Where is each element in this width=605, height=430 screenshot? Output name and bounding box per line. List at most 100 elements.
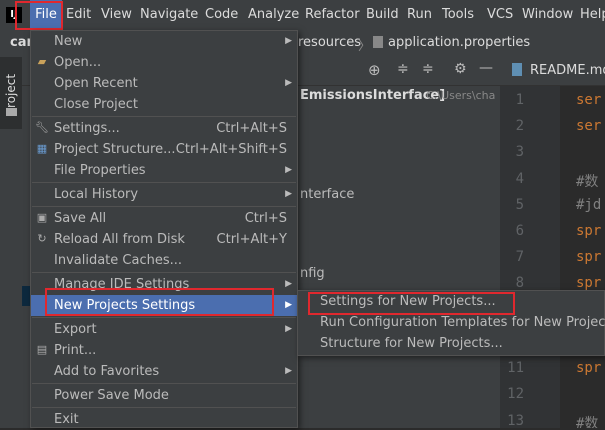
submenu-item-run-configuration-templates[interactable]: Run Configuration Templates for New Proj… bbox=[320, 313, 605, 333]
shortcut-save-all: Ctrl+S bbox=[244, 211, 287, 226]
gear-icon[interactable]: ⚙ bbox=[454, 61, 467, 77]
menu-item-project-structure-label: Project Structure... bbox=[54, 142, 176, 157]
collapse-all-icon[interactable]: ≑ bbox=[422, 61, 434, 77]
project-structure-icon: ▦ bbox=[36, 142, 48, 155]
menu-item-open-recent[interactable]: Open Recent ▶ bbox=[31, 73, 297, 94]
menu-item-invalidate-label: Invalidate Caches... bbox=[54, 253, 183, 268]
editor-tab-readme[interactable]: README.md bbox=[530, 63, 605, 78]
menu-edit[interactable]: Edit bbox=[66, 0, 91, 30]
line-number: 5 bbox=[515, 197, 524, 213]
menu-run[interactable]: Run bbox=[407, 0, 432, 30]
tree-item-config[interactable]: nfig bbox=[300, 266, 325, 281]
code-line: spr bbox=[576, 249, 602, 265]
menu-item-file-properties[interactable]: File Properties ▶ bbox=[31, 160, 297, 181]
submenu-arrow-icon: ▶ bbox=[285, 279, 292, 289]
submenu-arrow-icon: ▶ bbox=[285, 300, 292, 310]
code-line: spr bbox=[576, 275, 602, 291]
menu-item-local-history-label: Local History bbox=[54, 187, 139, 202]
code-editor[interactable]: ser ser #数 #jd spr spr spr spr #数 bbox=[560, 86, 605, 428]
menu-item-power-save-mode[interactable]: Power Save Mode bbox=[31, 385, 297, 406]
menu-item-new-projects-settings-label: New Projects Settings bbox=[54, 298, 196, 313]
menu-item-project-structure[interactable]: ▦ Project Structure... Ctrl+Alt+Shift+S bbox=[31, 139, 297, 160]
line-number: 1 bbox=[515, 92, 524, 108]
menu-item-manage-ide-label: Manage IDE Settings bbox=[54, 277, 190, 292]
menu-file[interactable]: File bbox=[30, 0, 62, 30]
menu-separator bbox=[32, 317, 296, 318]
editor-tab-bar: README.md bbox=[500, 57, 605, 86]
submenu-arrow-icon: ▶ bbox=[285, 165, 292, 175]
menu-separator bbox=[32, 206, 296, 207]
submenu-item-settings-for-new-projects[interactable]: Settings for New Projects... bbox=[320, 292, 496, 312]
menu-navigate[interactable]: Navigate bbox=[140, 0, 198, 30]
minimize-icon[interactable]: — bbox=[479, 60, 493, 76]
reload-icon: ↻ bbox=[37, 232, 47, 245]
menu-tools[interactable]: Tools bbox=[442, 0, 474, 30]
submenu-arrow-icon: ▶ bbox=[285, 78, 292, 88]
menu-help[interactable]: Help bbox=[580, 0, 605, 30]
menu-item-settings[interactable]: 🔧︎ Settings... Ctrl+Alt+S bbox=[31, 118, 297, 139]
line-number: 8 bbox=[515, 275, 524, 291]
folder-icon bbox=[6, 108, 17, 116]
menu-item-open-label: Open... bbox=[54, 55, 102, 70]
menu-separator bbox=[32, 407, 296, 408]
folder-open-icon: ▰ bbox=[37, 55, 47, 68]
submenu-item-structure-for-new-projects[interactable]: Structure for New Projects... bbox=[320, 334, 503, 354]
menu-item-exit[interactable]: Exit bbox=[31, 409, 297, 430]
menu-item-open[interactable]: ▰ Open... bbox=[31, 52, 297, 73]
menu-item-new[interactable]: New ▶ bbox=[31, 31, 297, 52]
breadcrumb-file[interactable]: application.properties bbox=[388, 35, 530, 50]
menu-item-close-project-label: Close Project bbox=[54, 97, 139, 112]
code-line: #jd bbox=[576, 197, 602, 213]
menu-item-manage-ide-settings[interactable]: Manage IDE Settings ▶ bbox=[31, 274, 297, 295]
code-line: spr bbox=[576, 360, 602, 376]
menu-item-save-all-label: Save All bbox=[54, 211, 107, 226]
menu-item-local-history[interactable]: Local History ▶ bbox=[31, 184, 297, 205]
menu-item-reload[interactable]: ↻ Reload All from Disk Ctrl+Alt+Y bbox=[31, 229, 297, 250]
main-menubar: IJ File Edit View Navigate Code Analyze … bbox=[0, 0, 605, 30]
menu-separator bbox=[32, 116, 296, 117]
file-menu: New ▶ ▰ Open... Open Recent ▶ Close Proj… bbox=[30, 30, 298, 428]
line-number: 13 bbox=[507, 413, 524, 429]
code-line: spr bbox=[576, 223, 602, 239]
menu-vcs[interactable]: VCS bbox=[487, 0, 513, 30]
menu-window[interactable]: Window bbox=[522, 0, 573, 30]
menu-item-open-recent-label: Open Recent bbox=[54, 76, 138, 91]
menu-item-close-project[interactable]: Close Project bbox=[31, 94, 297, 115]
editor-gutter: 1 2 3 4 5 6 7 8 9 10 11 12 13 bbox=[500, 86, 560, 429]
breadcrumb-resources[interactable]: resources bbox=[298, 35, 361, 50]
menu-separator bbox=[32, 272, 296, 273]
locate-icon[interactable]: ⊕ bbox=[368, 61, 381, 79]
menu-item-invalidate-caches[interactable]: Invalidate Caches... bbox=[31, 250, 297, 271]
menu-item-add-to-favorites[interactable]: Add to Favorites ▶ bbox=[31, 361, 297, 382]
printer-icon: ▤ bbox=[36, 343, 48, 356]
intellij-logo-icon[interactable]: IJ bbox=[6, 7, 22, 23]
menu-item-save-all[interactable]: ▣ Save All Ctrl+S bbox=[31, 208, 297, 229]
menu-code[interactable]: Code bbox=[205, 0, 238, 30]
save-icon: ▣ bbox=[36, 211, 48, 224]
shortcut-settings: Ctrl+Alt+S bbox=[216, 121, 287, 136]
submenu-arrow-icon: ▶ bbox=[285, 324, 292, 334]
menu-separator bbox=[32, 182, 296, 183]
menu-separator bbox=[32, 383, 296, 384]
code-line: ser bbox=[576, 118, 602, 134]
shortcut-reload: Ctrl+Alt+Y bbox=[216, 232, 287, 247]
expand-all-icon[interactable]: ≑ bbox=[397, 61, 409, 77]
menu-build[interactable]: Build bbox=[366, 0, 399, 30]
menu-item-new-projects-settings[interactable]: New Projects Settings ▶ bbox=[31, 295, 297, 316]
menu-view[interactable]: View bbox=[101, 0, 132, 30]
shortcut-project-structure: Ctrl+Alt+Shift+S bbox=[175, 142, 287, 157]
chevron-right-icon: 〉 bbox=[358, 39, 372, 54]
menu-item-settings-label: Settings... bbox=[54, 121, 120, 136]
menu-item-export[interactable]: Export ▶ bbox=[31, 319, 297, 340]
menu-item-print-label: Print... bbox=[54, 343, 97, 358]
menu-item-export-label: Export bbox=[54, 322, 97, 337]
submenu-arrow-icon: ▶ bbox=[285, 36, 292, 46]
line-number: 11 bbox=[507, 360, 524, 376]
project-tool-tab[interactable]: Project bbox=[0, 57, 22, 129]
tree-item-interface[interactable]: nterface bbox=[300, 187, 354, 202]
menu-refactor[interactable]: Refactor bbox=[305, 0, 360, 30]
menu-item-print[interactable]: ▤ Print... bbox=[31, 340, 297, 361]
line-number: 7 bbox=[515, 249, 524, 265]
line-number: 6 bbox=[515, 223, 524, 239]
menu-analyze[interactable]: Analyze bbox=[248, 0, 299, 30]
